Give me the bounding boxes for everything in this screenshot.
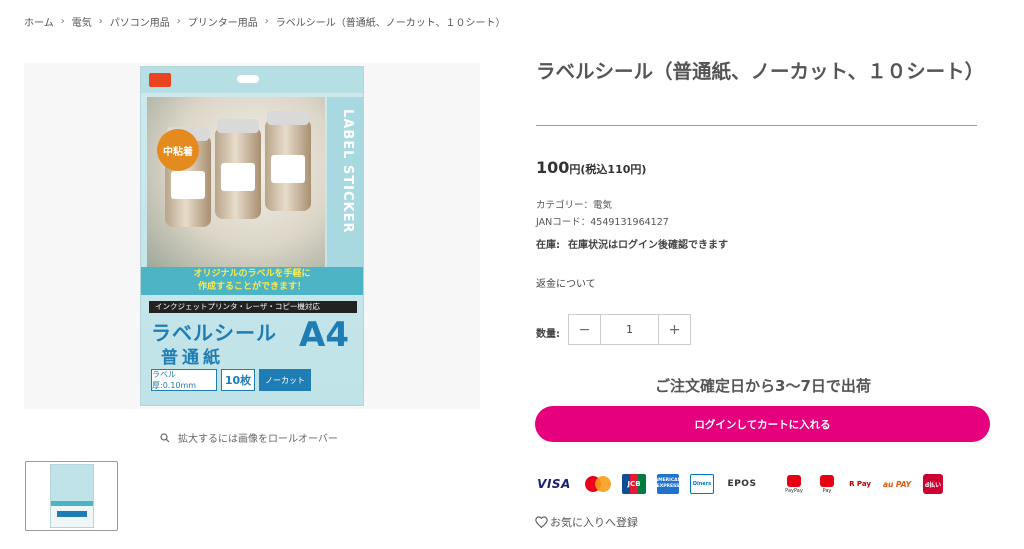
package-size: A4 bbox=[299, 315, 349, 355]
breadcrumb-separator: › bbox=[98, 16, 103, 27]
breadcrumb-electric[interactable]: 電気 bbox=[72, 14, 92, 29]
merpay-logo: Pay bbox=[816, 474, 838, 494]
zoom-hint: 拡大するには画像をロールオーバー bbox=[160, 430, 338, 445]
quantity-stepper: − 1 + bbox=[568, 314, 691, 345]
quantity-decrease-button[interactable]: − bbox=[569, 315, 600, 344]
breadcrumb-printer-supplies[interactable]: プリンター用品 bbox=[188, 14, 258, 29]
au-pay-logo: au PAY bbox=[882, 479, 912, 489]
stock-status: 在庫: 在庫状況はログイン後確認できます bbox=[536, 236, 728, 251]
product-main-image[interactable]: 中粘着 LABEL STICKER オリジナルのラベルを手軽に 作成することがで… bbox=[24, 63, 480, 409]
price-tax-note: 円(税込110円) bbox=[569, 163, 647, 176]
breadcrumb-separator: › bbox=[176, 16, 181, 27]
breadcrumb-separator: › bbox=[264, 16, 269, 27]
package-chip-thickness: ラベル厚:0.10mm bbox=[151, 369, 217, 391]
breadcrumb-current: ラベルシール（普通紙、ノーカット、１０シート） bbox=[275, 18, 506, 29]
breadcrumb-separator: › bbox=[60, 16, 65, 27]
merpay-label: Pay bbox=[822, 487, 832, 494]
mastercard-logo bbox=[585, 474, 611, 494]
title-divider bbox=[536, 125, 977, 126]
product-category: カテゴリー：電気 bbox=[536, 200, 613, 211]
paypay-label: PayPay bbox=[785, 487, 803, 494]
package-subtitle: 普通紙 bbox=[161, 348, 224, 368]
breadcrumb-home[interactable]: ホーム bbox=[24, 14, 54, 29]
jar-image bbox=[215, 119, 261, 219]
brand-logo bbox=[149, 73, 171, 87]
product-jan-code: JANコード：4549131964127 bbox=[536, 217, 669, 228]
shipping-estimate: ご注文確定日から3〜7日で出荷 bbox=[655, 377, 871, 395]
package-chip-count: 10枚 bbox=[221, 369, 255, 391]
package-banner: オリジナルのラベルを手軽に 作成することができます！ bbox=[141, 267, 363, 295]
package-hang-hole bbox=[237, 75, 259, 83]
quantity-input[interactable]: 1 bbox=[600, 315, 659, 344]
magnifier-icon bbox=[160, 432, 170, 442]
diners-logo: Diners bbox=[690, 474, 714, 494]
stock-label: 在庫: bbox=[536, 240, 560, 251]
package-photo bbox=[147, 97, 325, 267]
package-banner-line1: オリジナルのラベルを手軽に bbox=[193, 269, 311, 279]
package-chip-nocut: ノーカット bbox=[259, 369, 311, 391]
login-add-to-cart-button[interactable]: ログインしてカートに入れる bbox=[535, 406, 990, 442]
price-amount: 100 bbox=[536, 158, 570, 177]
package-side-text: LABEL STICKER bbox=[340, 109, 355, 234]
zoom-hint-text: 拡大するには画像をロールオーバー bbox=[178, 434, 338, 445]
quantity-increase-button[interactable]: + bbox=[659, 315, 690, 344]
epos-logo: EPOS bbox=[727, 479, 757, 489]
jcb-logo: JCB bbox=[622, 474, 646, 494]
visa-logo: VISA bbox=[537, 477, 571, 491]
thumbnail-image bbox=[49, 464, 94, 528]
heart-icon bbox=[535, 516, 548, 528]
jar-image bbox=[265, 111, 311, 211]
package-compat-strip: インクジェットプリンタ・レーザ・コピー機対応 bbox=[149, 301, 357, 313]
package-banner-line2: 作成することができます！ bbox=[197, 282, 306, 292]
product-price: 100円(税込110円) bbox=[536, 158, 646, 177]
paypay-logo: PayPay bbox=[783, 474, 805, 494]
rakuten-pay-label: R Pay bbox=[849, 480, 871, 488]
breadcrumb: ホーム › 電気 › パソコン用品 › プリンター用品 › ラベルシール（普通紙… bbox=[24, 14, 506, 29]
rakuten-pay-logo: R Pay bbox=[849, 474, 871, 494]
product-thumbnail[interactable] bbox=[25, 461, 118, 531]
payment-methods: VISA JCB AMERICAN EXPRESS Diners EPOS Pa… bbox=[534, 469, 990, 499]
favorite-label: お気に入りへ登録 bbox=[550, 516, 638, 529]
refund-link[interactable]: 返金について bbox=[536, 275, 596, 290]
breadcrumb-pc-supplies[interactable]: パソコン用品 bbox=[110, 14, 170, 29]
adhesive-badge: 中粘着 bbox=[157, 129, 199, 171]
add-to-favorites-link[interactable]: お気に入りへ登録 bbox=[535, 514, 638, 530]
quantity-label: 数量: bbox=[536, 329, 560, 340]
product-title: ラベルシール（普通紙、ノーカット、１０シート） bbox=[536, 60, 985, 83]
package-title: ラベルシール bbox=[151, 321, 277, 345]
stock-value: 在庫状況はログイン後確認できます bbox=[568, 240, 728, 251]
d-payment-logo: d払い bbox=[923, 474, 943, 494]
product-package-illustration: 中粘着 LABEL STICKER オリジナルのラベルを手軽に 作成することがで… bbox=[140, 66, 364, 406]
amex-logo: AMERICAN EXPRESS bbox=[655, 474, 681, 494]
